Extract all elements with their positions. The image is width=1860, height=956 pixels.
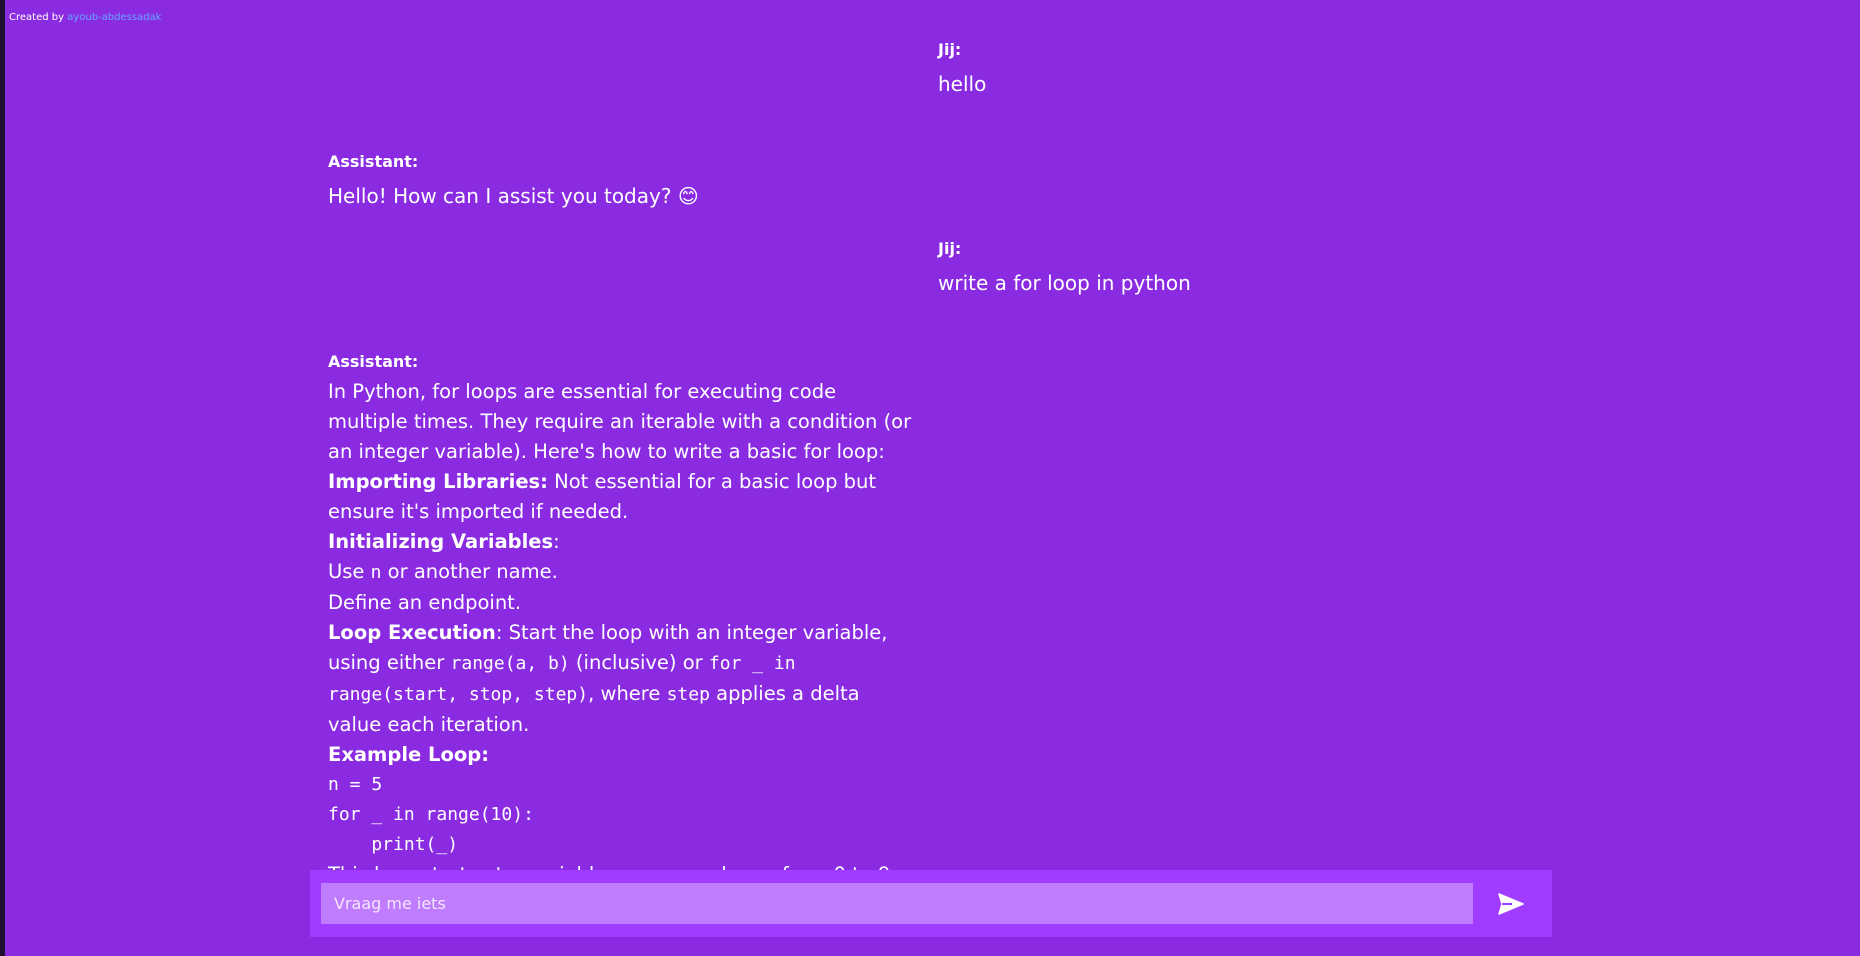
sender-label: Assistant: — [328, 352, 419, 371]
assistant-message: Assistant: In Python, for loops are esse… — [328, 352, 918, 890]
code-block: n = 5 for _ in range(10): print(_) — [328, 774, 534, 855]
example-heading: Example Loop: — [328, 740, 918, 770]
message-text: hello — [938, 72, 987, 96]
exec-code-step: step — [666, 684, 710, 705]
define-item: Define an endpoint. — [328, 591, 522, 614]
message-text: write a for loop in python — [938, 271, 1191, 295]
sender-label: Assistant: — [328, 152, 419, 171]
message-text: Hello! How can I assist you today? 😊 — [328, 184, 699, 208]
exec-item: Loop Execution: Start the loop with an i… — [328, 618, 918, 740]
sender-label: Jij: — [938, 40, 962, 59]
credit-prefix: Created by — [9, 12, 65, 23]
importing-label: Importing Libraries: — [328, 470, 548, 493]
init-label: Initializing Variables — [328, 530, 554, 553]
example-label: Example Loop: — [328, 743, 490, 766]
send-button[interactable] — [1488, 883, 1534, 924]
exec-text-b: (inclusive) or — [569, 651, 709, 674]
send-icon — [1498, 892, 1524, 915]
use-text-b: or another name. — [381, 560, 558, 583]
use-text-a: Use — [328, 560, 371, 583]
exec-label: Loop Execution — [328, 621, 496, 644]
user-message: Jij: write a for loop in python — [938, 239, 1191, 298]
message-composer — [310, 870, 1552, 937]
exec-code-range: range(a, b) — [450, 653, 570, 674]
use-code: n — [370, 562, 382, 583]
exec-text-c: , where — [588, 682, 667, 705]
window-edge — [0, 0, 5, 956]
credit-author-link[interactable]: ayoub-abdessadak — [67, 12, 161, 23]
message-body: In Python, for loops are essential for e… — [328, 377, 918, 890]
user-message: Jij: hello — [938, 40, 986, 99]
credit-line: Created by ayoub-abdessadak — [9, 12, 161, 23]
init-item: Initializing Variables: — [328, 527, 918, 557]
init-colon: : — [553, 530, 560, 553]
use-item: Use n or another name. — [328, 557, 918, 588]
sender-label: Jij: — [938, 239, 962, 258]
importing-item: Importing Libraries: Not essential for a… — [328, 467, 918, 527]
message-input[interactable] — [321, 883, 1473, 924]
assistant-message: Assistant: Hello! How can I assist you t… — [328, 152, 699, 211]
intro-paragraph: In Python, for loops are essential for e… — [328, 380, 912, 463]
